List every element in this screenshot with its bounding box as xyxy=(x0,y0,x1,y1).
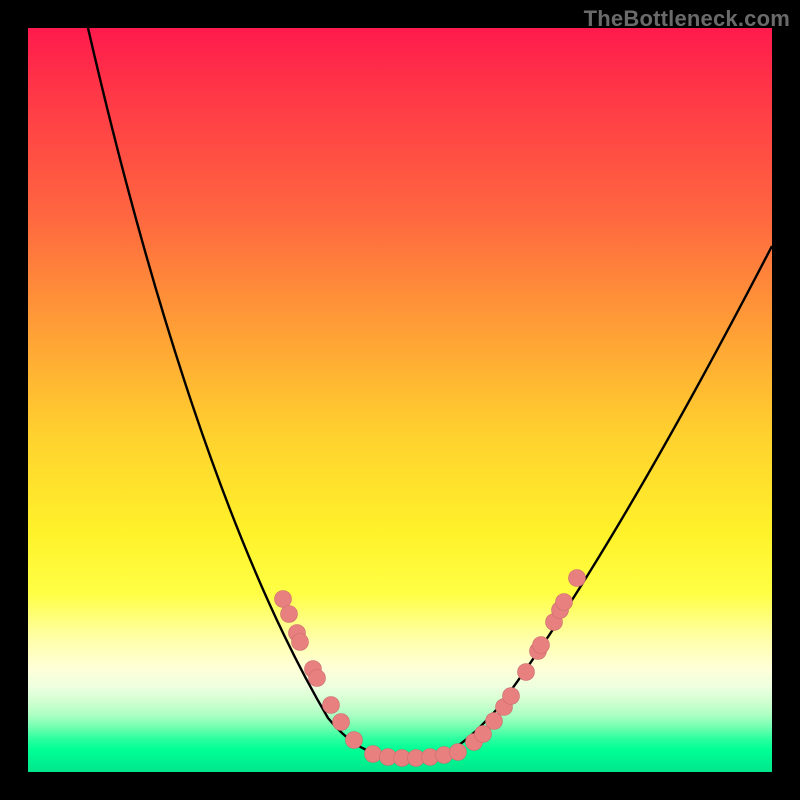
chart-plot-area xyxy=(28,28,772,772)
dot xyxy=(569,570,586,587)
dot xyxy=(333,714,350,731)
dot xyxy=(281,606,298,623)
dot xyxy=(533,637,550,654)
dot xyxy=(309,670,326,687)
dot xyxy=(486,713,503,730)
highlight-dots xyxy=(275,570,586,767)
dot xyxy=(346,732,363,749)
dot xyxy=(275,591,292,608)
dot xyxy=(503,688,520,705)
watermark-text: TheBottleneck.com xyxy=(584,6,790,32)
bottleneck-curve xyxy=(28,28,772,772)
dot xyxy=(518,664,535,681)
curve-path xyxy=(88,28,772,758)
dot xyxy=(292,634,309,651)
chart-frame: TheBottleneck.com xyxy=(0,0,800,800)
dot xyxy=(450,744,467,761)
dot xyxy=(365,746,382,763)
dot xyxy=(323,697,340,714)
dot xyxy=(556,594,573,611)
